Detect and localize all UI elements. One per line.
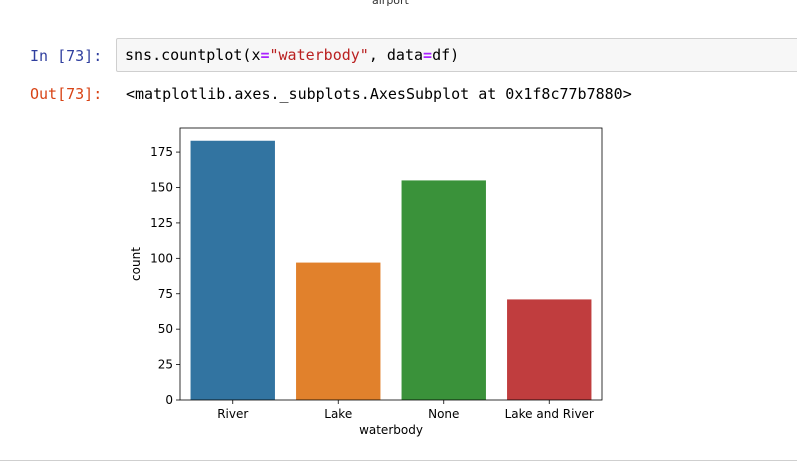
y-tick-label: 125: [150, 216, 173, 230]
x-tick-label: Lake: [324, 407, 352, 421]
code-editor[interactable]: sns.countplot(x="waterbody", data=df): [125, 45, 459, 65]
y-tick-label: 50: [158, 322, 173, 336]
code-eq1: =: [260, 46, 270, 64]
x-axis-label: waterbody: [359, 423, 423, 437]
output-prompt: Out[73]:: [30, 85, 103, 103]
output-text: <matplotlib.axes._subplots.AxesSubplot a…: [126, 85, 632, 103]
code-sep: ,: [368, 46, 387, 64]
cell-divider: [0, 460, 797, 461]
code-arg1-val: "waterbody": [269, 46, 369, 64]
code-arg2-key: data: [386, 46, 424, 64]
code-close-paren: ): [450, 46, 460, 64]
y-ticks-layer: 0 25 50 75 100 125 150 175: [150, 145, 180, 407]
y-tick-label: 25: [158, 358, 173, 372]
y-axis-label: count: [129, 247, 143, 281]
y-tick-label: 0: [165, 393, 173, 407]
code-cell[interactable]: sns.countplot(x="waterbody", data=df): [116, 38, 797, 72]
x-tick-label: River: [217, 407, 248, 421]
y-tick-label: 150: [150, 181, 173, 195]
bar-none: [401, 180, 486, 400]
input-prompt: In [73]:: [30, 47, 103, 65]
bars-layer: [190, 140, 592, 400]
y-tick-label: 100: [150, 251, 173, 265]
code-func: sns.countplot: [125, 46, 243, 64]
y-tick-label: 175: [150, 145, 173, 159]
previous-output-fragment: airport: [372, 0, 409, 7]
x-tick-label: None: [428, 407, 459, 421]
x-tick-label: Lake and River: [505, 407, 594, 421]
y-tick-label: 75: [158, 287, 173, 301]
bar-lake: [296, 262, 381, 400]
bar-lake-and-river: [507, 299, 592, 400]
countplot-chart: 0 25 50 75 100 125 150 175 River Lake None Lake an…: [129, 127, 603, 437]
x-ticks-layer: River Lake None Lake and River: [217, 400, 594, 421]
bar-river: [190, 140, 275, 400]
code-eq2: =: [423, 46, 433, 64]
code-arg2-val: df: [432, 46, 451, 64]
